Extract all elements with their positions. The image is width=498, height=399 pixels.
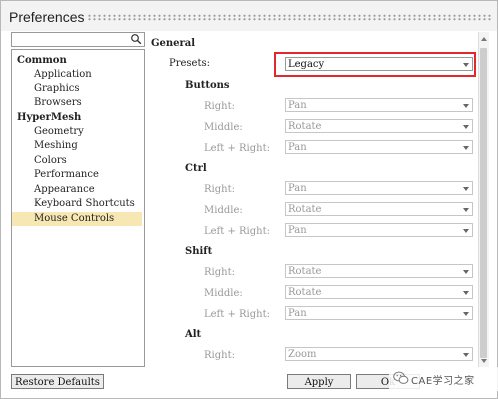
watermark: CAE学习之家 xyxy=(389,367,498,391)
shift-leftright-dropdown[interactable]: Pan xyxy=(285,306,473,320)
chevron-down-icon xyxy=(463,312,469,316)
alt-right-value: Zoom xyxy=(288,349,317,360)
section-general-title: General xyxy=(151,38,196,49)
chevron-down-icon xyxy=(463,187,469,191)
drag-grip[interactable] xyxy=(87,14,491,21)
vertical-scrollbar[interactable] xyxy=(478,32,489,368)
scrollbar-thumb[interactable] xyxy=(480,48,487,358)
alt-group-title: Alt xyxy=(185,329,202,340)
tree-item-appearance[interactable]: Appearance xyxy=(12,183,142,197)
chevron-down-icon xyxy=(463,125,469,129)
shift-right-label: Right: xyxy=(204,267,235,278)
window-title: Preferences xyxy=(9,9,85,25)
preferences-dialog: Preferences Common Application Graphics … xyxy=(0,0,498,399)
shift-right-dropdown[interactable]: Rotate xyxy=(285,264,473,278)
apply-button[interactable]: Apply xyxy=(287,374,351,389)
watermark-text: CAE学习之家 xyxy=(411,376,475,387)
chevron-down-icon xyxy=(463,229,469,233)
tree-group-hypermesh[interactable]: HyperMesh xyxy=(12,111,147,125)
ctrl-leftright-value: Pan xyxy=(288,225,307,236)
restore-defaults-button[interactable]: Restore Defaults xyxy=(11,374,104,389)
chevron-down-icon xyxy=(463,208,469,212)
chevron-down-icon xyxy=(463,353,469,357)
tree-item-performance[interactable]: Performance xyxy=(12,168,142,182)
settings-panel: General Presets: Legacy Buttons Right: P… xyxy=(147,32,477,368)
category-tree: Common Application Graphics Browsers Hyp… xyxy=(11,49,145,367)
buttons-right-dropdown[interactable]: Pan xyxy=(285,98,473,112)
shift-middle-dropdown[interactable]: Rotate xyxy=(285,285,473,299)
wechat-icon xyxy=(393,371,409,384)
buttons-leftright-dropdown[interactable]: Pan xyxy=(285,140,473,154)
tree-item-colors[interactable]: Colors xyxy=(12,154,142,168)
tree-item-graphics[interactable]: Graphics xyxy=(12,82,142,96)
ctrl-middle-label: Middle: xyxy=(204,205,243,216)
tree-item-keyboard-shortcuts[interactable]: Keyboard Shortcuts xyxy=(12,197,142,211)
shift-group-title: Shift xyxy=(185,246,213,257)
buttons-leftright-value: Pan xyxy=(288,142,307,153)
search-icon[interactable] xyxy=(130,33,142,45)
chevron-down-icon xyxy=(463,270,469,274)
chevron-down-icon xyxy=(463,146,469,150)
ctrl-leftright-label: Left + Right: xyxy=(204,226,270,237)
tree-group-common[interactable]: Common xyxy=(12,54,147,68)
tree-item-meshing[interactable]: Meshing xyxy=(12,139,142,153)
title-bar[interactable]: Preferences xyxy=(1,1,497,31)
presets-highlight-box xyxy=(274,52,476,77)
ctrl-right-value: Pan xyxy=(288,183,307,194)
ctrl-leftright-dropdown[interactable]: Pan xyxy=(285,223,473,237)
presets-label: Presets: xyxy=(169,58,210,69)
shift-right-value: Rotate xyxy=(288,266,322,277)
ctrl-middle-value: Rotate xyxy=(288,204,322,215)
buttons-middle-value: Rotate xyxy=(288,121,322,132)
tree-item-geometry[interactable]: Geometry xyxy=(12,125,142,139)
buttons-right-label: Right: xyxy=(204,101,235,112)
scroll-down-icon[interactable] xyxy=(481,359,487,363)
search-input[interactable] xyxy=(11,32,145,47)
ctrl-middle-dropdown[interactable]: Rotate xyxy=(285,202,473,216)
buttons-middle-dropdown[interactable]: Rotate xyxy=(285,119,473,133)
ctrl-right-label: Right: xyxy=(204,184,235,195)
buttons-right-value: Pan xyxy=(288,100,307,111)
ctrl-right-dropdown[interactable]: Pan xyxy=(285,181,473,195)
alt-right-label: Right: xyxy=(204,350,235,361)
shift-leftright-label: Left + Right: xyxy=(204,309,270,320)
shift-leftright-value: Pan xyxy=(288,308,307,319)
tree-item-mouse-controls[interactable]: Mouse Controls xyxy=(12,212,142,226)
buttons-leftright-label: Left + Right: xyxy=(204,143,270,154)
scroll-up-icon[interactable] xyxy=(481,37,487,41)
buttons-middle-label: Middle: xyxy=(204,122,243,133)
tree-item-browsers[interactable]: Browsers xyxy=(12,96,142,110)
chevron-down-icon xyxy=(463,291,469,295)
shift-middle-label: Middle: xyxy=(204,288,243,299)
alt-right-dropdown[interactable]: Zoom xyxy=(285,347,473,361)
tree-item-application[interactable]: Application xyxy=(12,68,142,82)
shift-middle-value: Rotate xyxy=(288,287,322,298)
buttons-group-title: Buttons xyxy=(185,80,230,91)
ctrl-group-title: Ctrl xyxy=(185,163,207,174)
chevron-down-icon xyxy=(463,104,469,108)
